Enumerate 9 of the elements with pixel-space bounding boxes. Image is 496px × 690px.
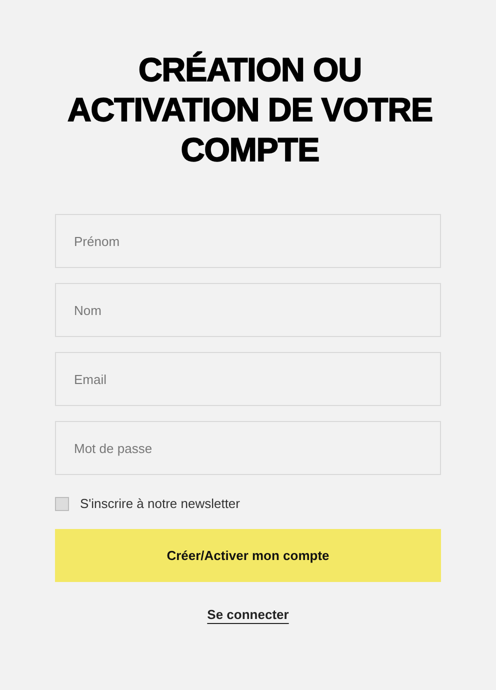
input-field[interactable]: Nom [55,283,441,337]
checkbox-label: S'inscrire à notre newsletter [80,496,240,511]
page-title: CRÉATION OU ACTIVATION DE VOTRE COMPTE [66,50,434,170]
login-link[interactable]: Se connecter [207,607,289,622]
checkbox[interactable] [55,496,69,510]
input-field[interactable]: Mot de passe [55,421,441,475]
submit-button[interactable]: Créer/Activer mon compte [55,529,441,582]
input-field[interactable]: Email [55,352,441,406]
input-field[interactable]: Prénom [55,214,441,268]
